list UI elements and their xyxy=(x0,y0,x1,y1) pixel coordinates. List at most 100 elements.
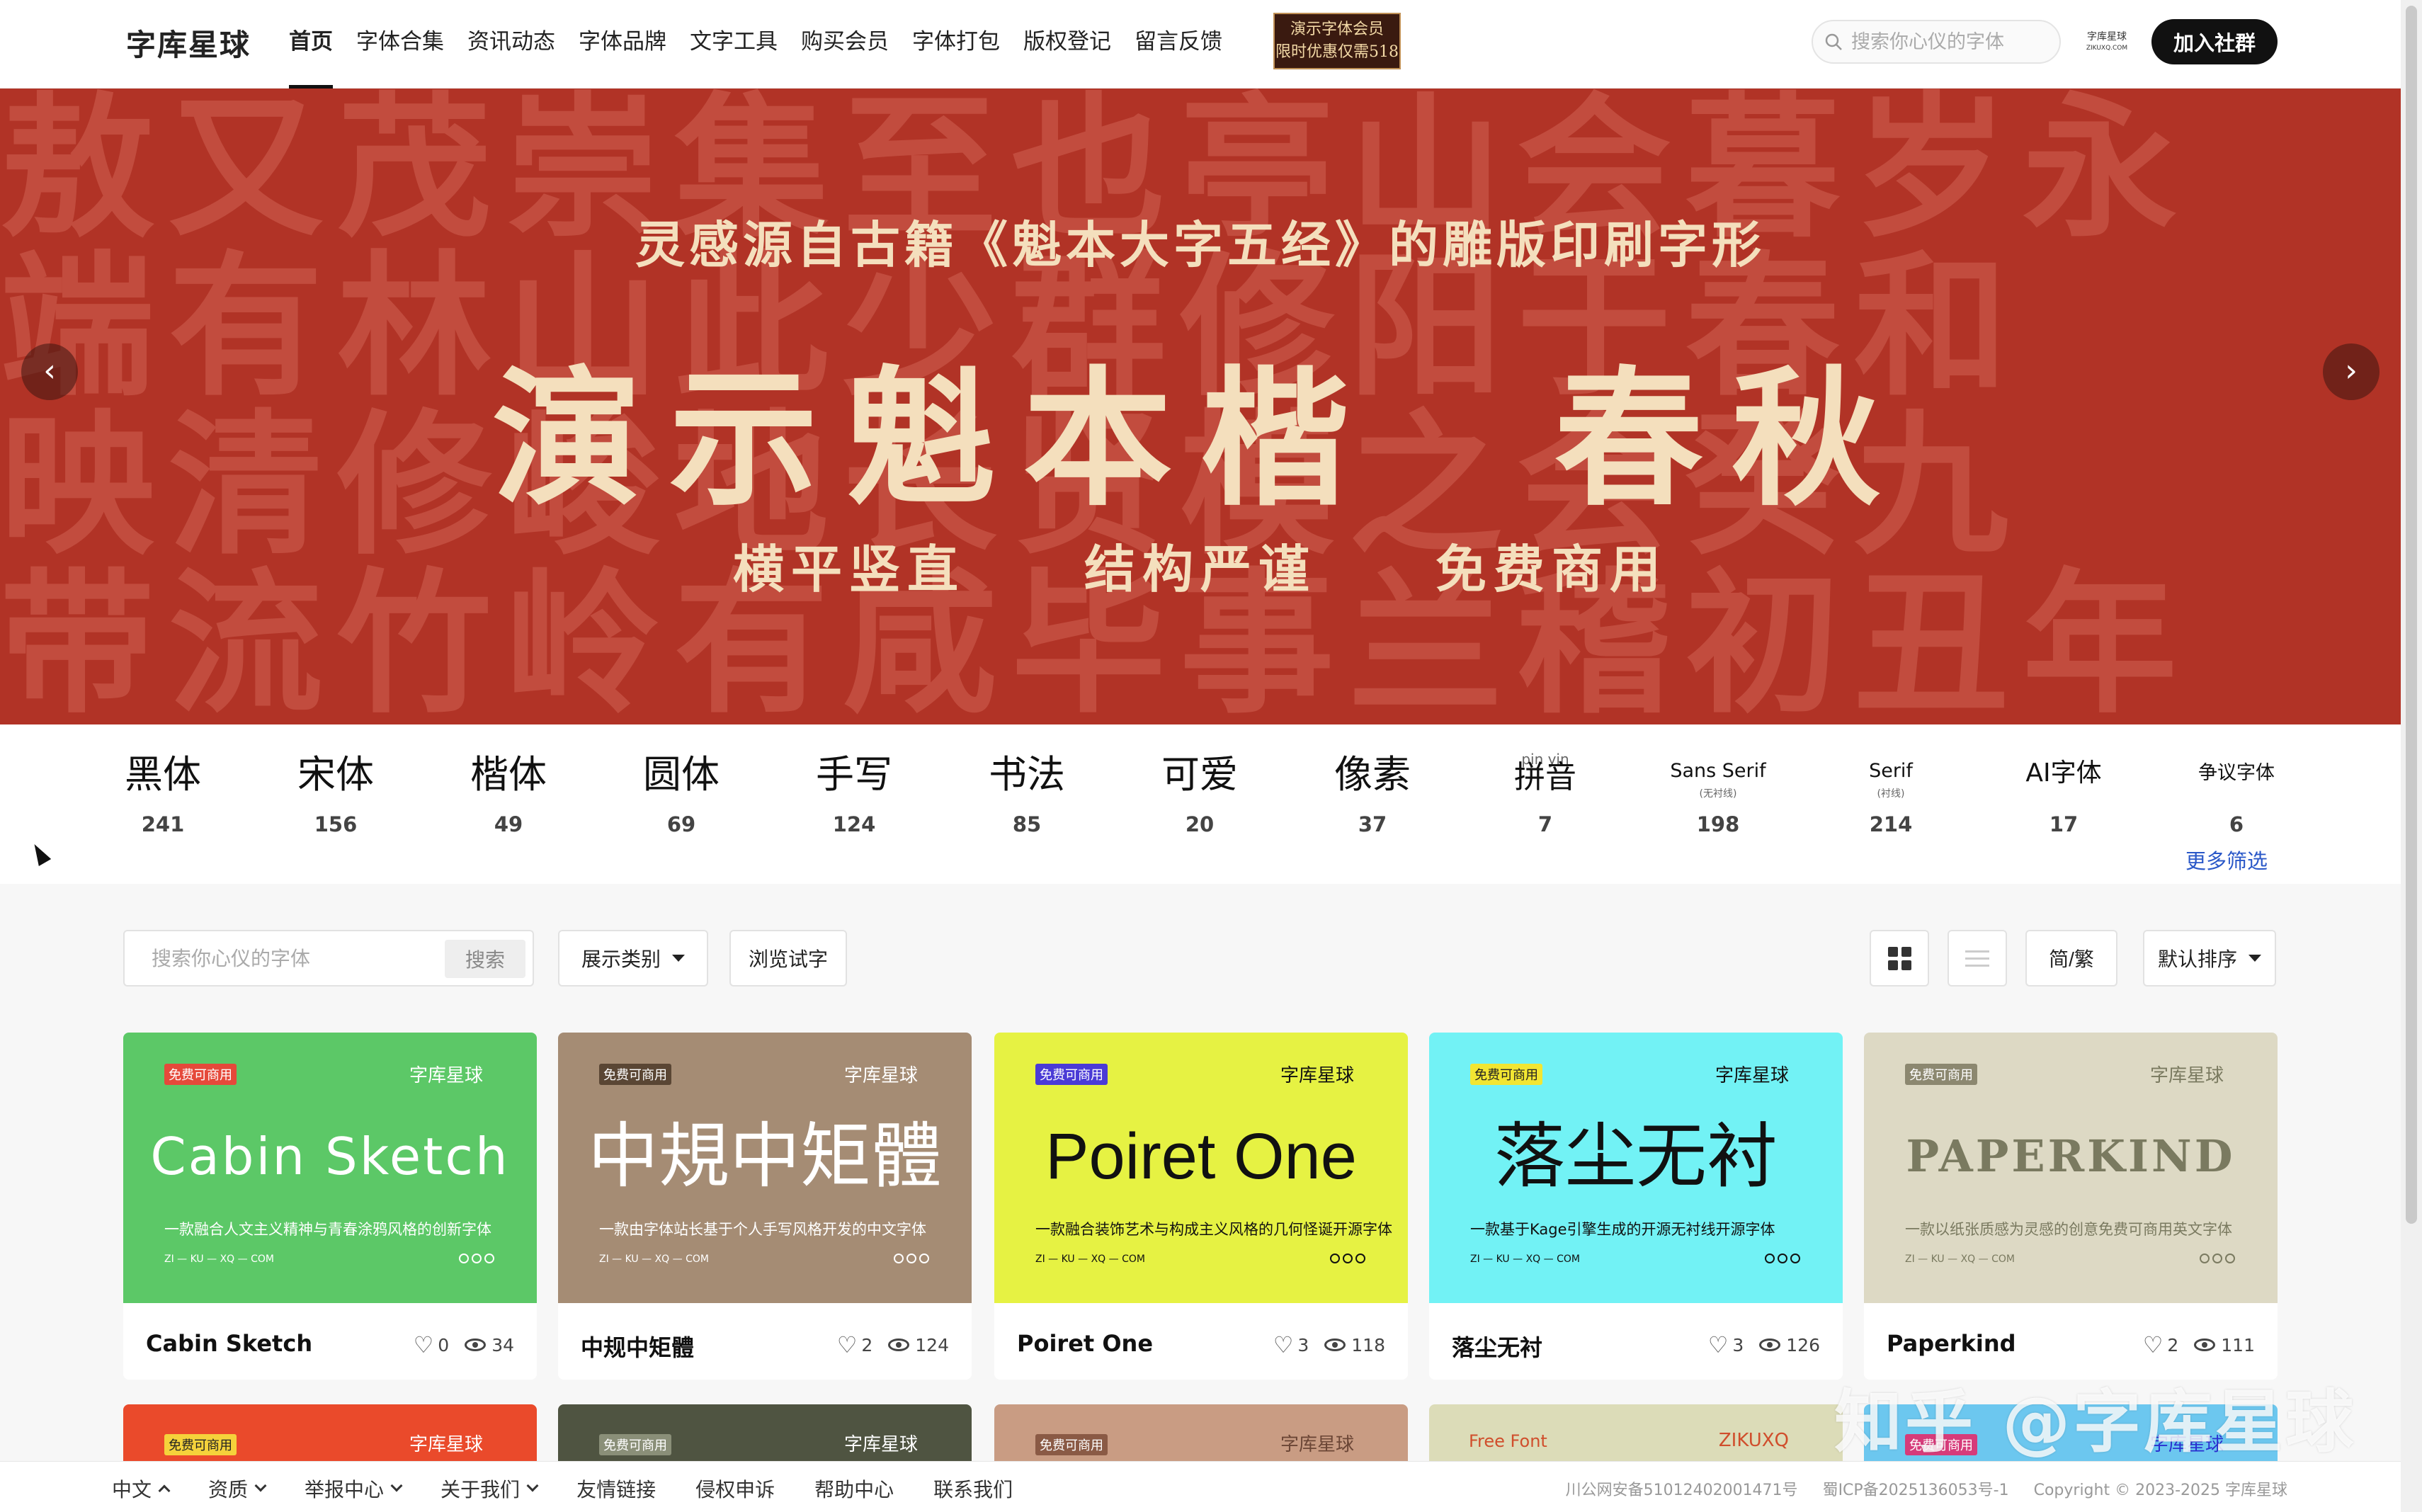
browse-sample-button[interactable]: 浏览试字 xyxy=(729,930,847,987)
icp-record[interactable]: 蜀ICP备2025136053号-1 xyxy=(1823,1482,2009,1499)
font-card[interactable]: 免费可商用 字库星球 PAPERKIND 一款以纸张质感为灵感的创意免费可商用英文字体… xyxy=(1864,1033,2278,1380)
hero-banner[interactable]: 敖又茂崇集至也亭山会暮岁永 端有林山此少群修阳于春和 映清修峻地长贤模之会癸九 带流竹… xyxy=(0,89,2401,724)
site-url: ZI — KU — XQ — COM xyxy=(164,1254,274,1265)
more-filter-link[interactable]: 更多筛选 xyxy=(2185,845,2268,875)
category-label: 黑体 xyxy=(125,751,201,797)
category-item[interactable]: Sans Serif (无衬线) 198 xyxy=(1647,739,1789,837)
join-community-button[interactable]: 加入社群 xyxy=(2151,19,2278,64)
promo-line-2: 限时优惠仅需518 xyxy=(1275,43,1399,61)
card-brand: 字库星球 xyxy=(2149,1065,2224,1086)
category-label: 拼音 xyxy=(1514,759,1576,795)
footer-link[interactable]: 联系我们 xyxy=(933,1474,1013,1503)
heart-icon[interactable]: ♡ xyxy=(414,1331,434,1358)
footer-link[interactable]: 侵权申诉 xyxy=(695,1474,775,1503)
category-count: 17 xyxy=(2049,812,2079,836)
like-count: 2 xyxy=(2167,1334,2179,1355)
category-name: pin yin 拼音 xyxy=(1474,739,1616,802)
police-record[interactable]: 川公网安备51012402001471号 xyxy=(1566,1482,1798,1499)
card-stats: ♡ 3 118 xyxy=(1273,1331,1385,1358)
footer-link-label: 中文 xyxy=(112,1478,152,1501)
banner-prev-arrow-icon[interactable]: ‹ xyxy=(21,343,78,400)
category-sublabel: (衬线) xyxy=(1877,788,1905,800)
nav-item-6[interactable]: 字体打包 xyxy=(912,0,1000,89)
category-name: 争议字体 xyxy=(2166,739,2307,802)
heart-icon[interactable]: ♡ xyxy=(1273,1331,1294,1358)
font-search-input[interactable] xyxy=(152,944,435,974)
header-search-input[interactable] xyxy=(1851,30,2049,53)
footer-link-label: 帮助中心 xyxy=(814,1478,894,1501)
font-card[interactable]: 免费可商用 字库星球 中規中矩體 一款由字体站长基于个人手写风格开发的中文字体 ZI —… xyxy=(558,1033,972,1380)
font-preview-image[interactable]: 免费可商用 字库星球 中規中矩體 一款由字体站长基于个人手写风格开发的中文字体 ZI —… xyxy=(558,1033,972,1303)
category-count: 198 xyxy=(1696,812,1740,836)
grid-view-button[interactable] xyxy=(1870,930,1929,987)
banner-next-arrow-icon[interactable]: › xyxy=(2323,343,2380,400)
category-count: 214 xyxy=(1869,812,1913,836)
nav-item-5[interactable]: 购买会员 xyxy=(801,0,889,89)
footer-link[interactable]: 帮助中心 xyxy=(814,1474,894,1503)
category-name: 黑体 xyxy=(92,739,234,802)
category-item[interactable]: 书法 85 xyxy=(956,739,1098,837)
category-item[interactable]: 争议字体 6 xyxy=(2166,739,2307,837)
category-item[interactable]: 宋体 156 xyxy=(265,739,406,837)
nav-item-0[interactable]: 首页 xyxy=(289,0,333,89)
font-card[interactable]: 免费可商用 字库星球 xyxy=(994,1404,1408,1461)
site-logo[interactable]: 字库星球 xyxy=(126,21,251,64)
sort-select[interactable]: 默认排序 xyxy=(2143,930,2276,987)
category-item[interactable]: 圆体 69 xyxy=(610,739,752,837)
font-card[interactable]: 免费可商用 字库星球 Poiret One 一款融合装饰艺术与构成主义风格的几何怪诞开… xyxy=(994,1033,1408,1380)
font-preview-image[interactable]: 免费可商用 字库星球 Poiret One 一款融合装饰艺术与构成主义风格的几何怪诞开… xyxy=(994,1033,1408,1303)
font-preview-image[interactable]: 免费可商用 字库星球 PAPERKIND 一款以纸张质感为灵感的创意免费可商用英文字体… xyxy=(1864,1033,2278,1303)
footer-link[interactable]: 友情链接 xyxy=(576,1474,656,1503)
footer-link[interactable]: 举报中心 xyxy=(305,1474,403,1503)
nav-item-7[interactable]: 版权登记 xyxy=(1023,0,1111,89)
category-name: 手写 xyxy=(783,739,925,802)
heart-icon[interactable]: ♡ xyxy=(2143,1331,2164,1358)
font-search-button[interactable]: 搜索 xyxy=(445,940,525,978)
dots-icon xyxy=(1327,1254,1365,1266)
category-item[interactable]: Serif (衬线) 214 xyxy=(1820,739,1962,837)
heart-icon[interactable]: ♡ xyxy=(1708,1331,1729,1358)
chevron-down-icon xyxy=(390,1479,403,1492)
font-card[interactable]: Free Font ZIKUXQ xyxy=(1429,1404,1843,1461)
category-name: Sans Serif (无衬线) xyxy=(1647,739,1789,802)
simp-trad-toggle[interactable]: 简/繁 xyxy=(2025,930,2117,987)
font-preview-image[interactable]: 免费可商用 字库星球 Cabin Sketch 一款融合人文主义精神与青春涂鸦风格的创… xyxy=(123,1033,537,1303)
category-item[interactable]: pin yin 拼音 7 xyxy=(1474,739,1616,836)
category-item[interactable]: 手写 124 xyxy=(783,739,925,837)
font-card[interactable]: 免费可商用 字库星球 xyxy=(123,1404,537,1461)
category-item[interactable]: AI字体 17 xyxy=(1993,739,2134,836)
heart-icon[interactable]: ♡ xyxy=(837,1331,858,1358)
category-item[interactable]: 黑体 241 xyxy=(92,739,234,837)
nav-item-2[interactable]: 资讯动态 xyxy=(467,0,555,89)
category-item[interactable]: 楷体 49 xyxy=(438,739,579,837)
category-item[interactable]: 可爱 20 xyxy=(1129,739,1270,837)
footer-link[interactable]: 资质 xyxy=(208,1474,267,1503)
card-brand: ZIKUXQ xyxy=(1718,1430,1789,1451)
search-icon xyxy=(1825,33,1842,50)
category-count: 49 xyxy=(494,812,523,836)
font-card[interactable]: 免费可商用 字库星球 落尘无衬 一款基于Kage引擎生成的开源无衬线开源字体 ZI — … xyxy=(1429,1033,1843,1380)
membership-promo-banner[interactable]: 演示字体会员 限时优惠仅需518 xyxy=(1273,13,1401,69)
category-label: Sans Serif xyxy=(1670,759,1766,782)
category-item[interactable]: 像素 37 xyxy=(1302,739,1443,837)
nav-item-1[interactable]: 字体合集 xyxy=(356,0,444,89)
category-select[interactable]: 展示类别 xyxy=(558,930,708,987)
font-name: Poiret One xyxy=(1017,1330,1154,1357)
footer-link[interactable]: 关于我们 xyxy=(440,1474,539,1503)
page-scrollbar[interactable] xyxy=(2401,0,2422,1512)
font-preview-image[interactable]: 免费可商用 字库星球 落尘无衬 一款基于Kage引擎生成的开源无衬线开源字体 ZI — … xyxy=(1429,1033,1843,1303)
free-commercial-badge: Free Font xyxy=(1469,1431,1547,1451)
footer-link[interactable]: 中文 xyxy=(112,1474,171,1503)
partner-logo[interactable]: 字库星球 ZIKUXQ.COM xyxy=(2086,31,2128,54)
font-card[interactable]: 免费可商用 字库星球 xyxy=(558,1404,972,1461)
nav-item-3[interactable]: 字体品牌 xyxy=(579,0,666,89)
nav-item-8[interactable]: 留言反馈 xyxy=(1135,0,1222,89)
card-brand: 字库星球 xyxy=(1280,1434,1354,1455)
font-card[interactable]: 免费可商用 字库星球 Cabin Sketch 一款融合人文主义精神与青春涂鸦风格的创… xyxy=(123,1033,537,1380)
list-view-button[interactable] xyxy=(1948,930,2007,987)
footer-link-label: 联系我们 xyxy=(933,1478,1013,1501)
scroll-thumb[interactable] xyxy=(2406,6,2417,1224)
banner-tag: 结构严谨 xyxy=(1084,539,1317,599)
footer-link-label: 友情链接 xyxy=(576,1478,656,1501)
nav-item-4[interactable]: 文字工具 xyxy=(690,0,778,89)
